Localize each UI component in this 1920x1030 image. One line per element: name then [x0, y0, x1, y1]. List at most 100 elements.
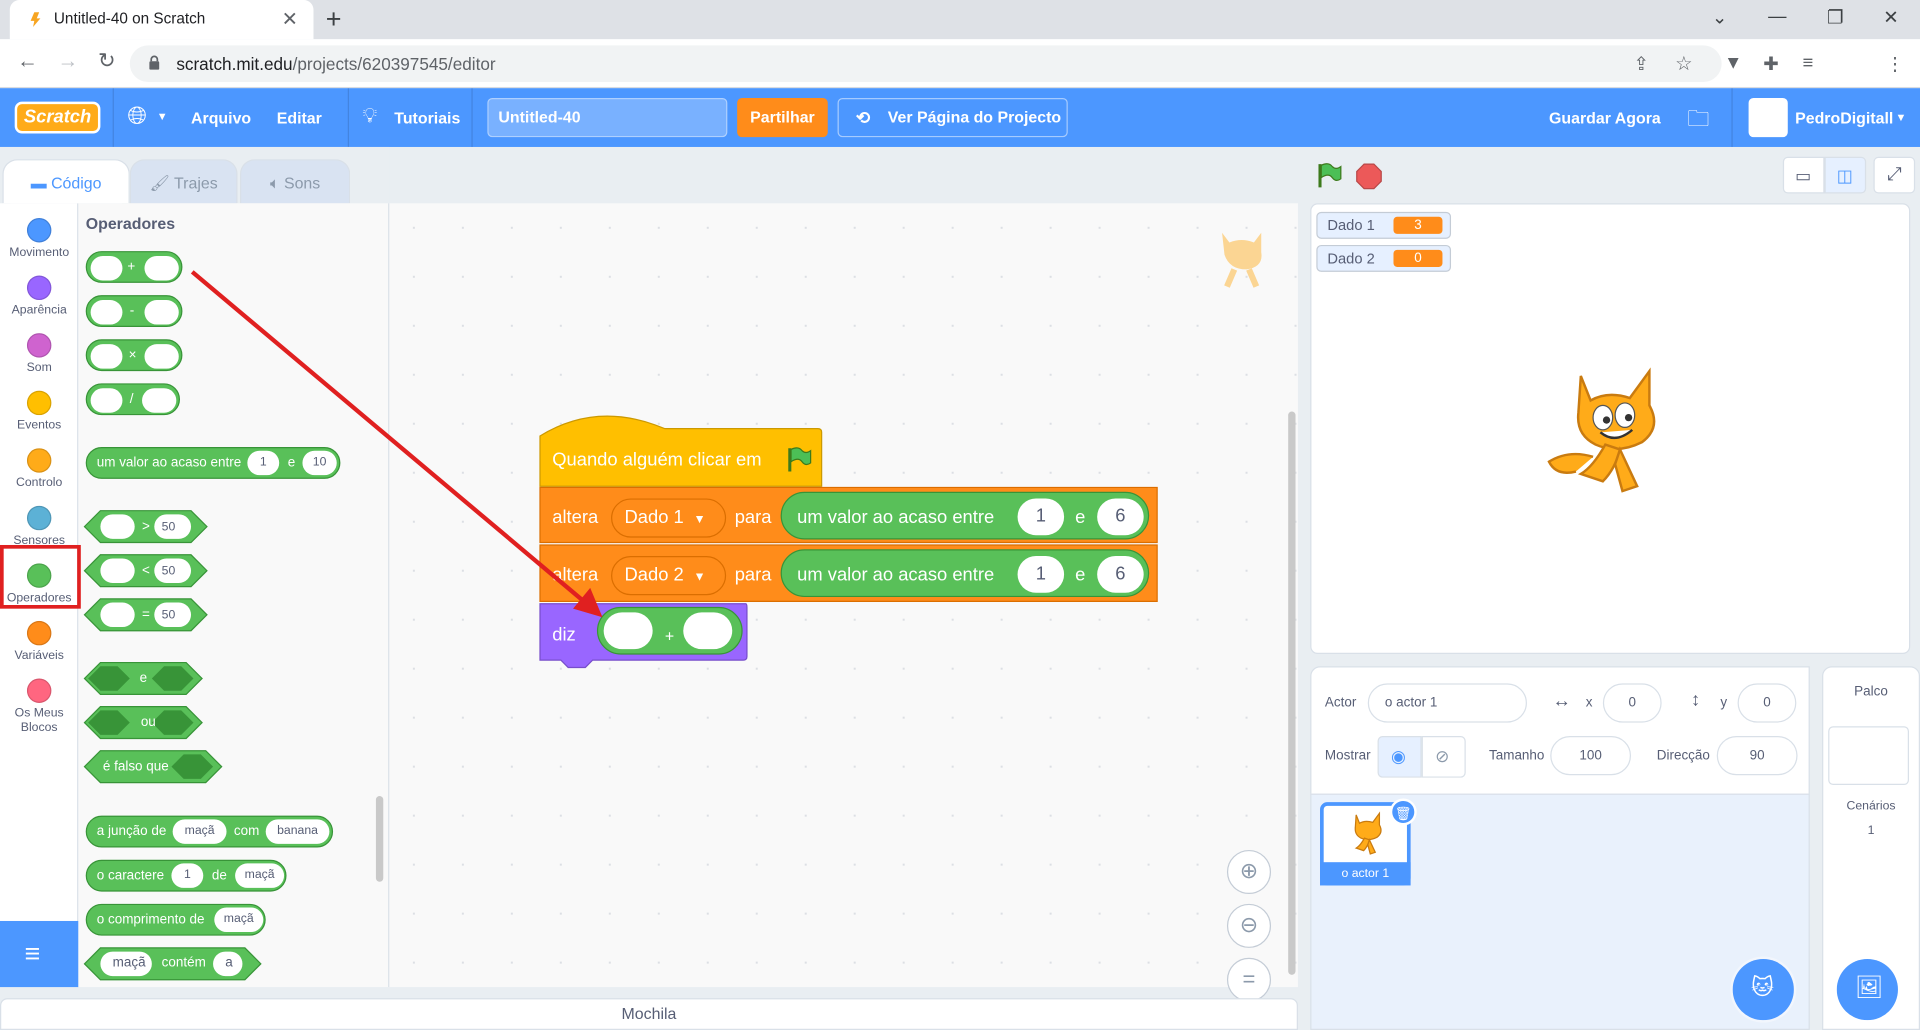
direction-input[interactable]: 90 — [1716, 736, 1798, 776]
category-color-dot — [26, 678, 52, 703]
username[interactable]: PedroDigitall — [1795, 109, 1893, 127]
extensions-puzzle-icon[interactable]: ✚ — [1763, 53, 1778, 75]
backdrops-count: 1 — [1867, 824, 1875, 838]
green-flag-button[interactable] — [1315, 162, 1342, 189]
x-input[interactable]: 0 — [1602, 683, 1662, 723]
extension-vue-icon[interactable]: ▼ — [1724, 53, 1742, 74]
stop-button[interactable] — [1356, 163, 1383, 190]
sprite-name-input[interactable]: o actor 1 — [1367, 683, 1527, 723]
variable-monitor-dado2[interactable]: Dado 20 — [1316, 244, 1452, 272]
random-to-1[interactable]: 6 — [1097, 498, 1144, 536]
random-from-1[interactable]: 1 — [1017, 498, 1065, 536]
comparison-blocks[interactable] — [83, 509, 218, 632]
window-close-icon[interactable]: ✕ — [1883, 6, 1898, 28]
minimize-icon[interactable]: — — [1768, 6, 1786, 27]
restore-icon[interactable]: ❐ — [1827, 6, 1843, 28]
zoom-in-button[interactable]: ⊕ — [1226, 849, 1272, 895]
menu-file[interactable]: Arquivo — [191, 109, 251, 127]
dropdown-arrow-icon: ▼ — [693, 570, 706, 585]
project-title-input[interactable]: Untitled-40 — [487, 97, 728, 138]
delete-sprite-icon[interactable]: 🗑︎ — [1389, 798, 1417, 826]
choose-backdrop-button[interactable]: 🖼︎ — [1836, 958, 1898, 1021]
size-input[interactable]: 100 — [1550, 736, 1632, 776]
random-from-2[interactable]: 1 — [1017, 556, 1065, 593]
variable-monitor-dado1[interactable]: Dado 13 — [1316, 211, 1452, 239]
category-8[interactable]: Os Meus Blocos — [0, 671, 78, 735]
cat-sprite[interactable] — [1544, 364, 1679, 501]
add-block[interactable]: + — [85, 251, 183, 283]
save-now-button[interactable]: Guardar Agora — [1549, 109, 1661, 127]
normal-stage-button[interactable]: ◫ — [1824, 156, 1867, 194]
y-input[interactable]: 0 — [1737, 683, 1797, 723]
language-chevron-icon[interactable]: ▼ — [157, 110, 168, 122]
code-workspace[interactable]: ⊕ ⊖ = Quando alguém clicar em altera Dad… — [389, 203, 1298, 1002]
reload-icon[interactable]: ↻ — [98, 49, 115, 73]
editor-tabs: ▬ Código 🖌︎ Trajes 🔈︎ Sons — [0, 146, 390, 204]
tab-search-icon[interactable]: ⌄ — [1712, 6, 1727, 28]
tab-costumes[interactable]: 🖌︎ Trajes — [129, 159, 238, 204]
choose-sprite-button[interactable]: 🐱︎ — [1732, 958, 1794, 1021]
menu-edit[interactable]: Editar — [277, 109, 322, 127]
variable-dropdown-2[interactable]: Dado 2 ▼ — [611, 556, 727, 596]
letter-of-block[interactable]: o caractere 1 de maçã — [85, 859, 287, 892]
share-button[interactable]: Partilhar — [737, 97, 828, 138]
category-3[interactable]: Eventos — [0, 383, 78, 441]
stage-thumbnail[interactable] — [1828, 726, 1909, 786]
category-4[interactable]: Controlo — [0, 441, 78, 499]
add-extension-button[interactable]: ≡ — [0, 920, 79, 988]
workspace-scrollbar[interactable] — [1288, 411, 1296, 975]
reading-list-icon[interactable]: ≡ — [1802, 53, 1813, 74]
my-stuff-folder-icon[interactable]: 🗀 — [1687, 104, 1709, 141]
show-hidden-button[interactable]: ⊘ — [1421, 736, 1466, 778]
see-project-icon: ⟲ — [855, 107, 871, 128]
palette-scrollbar[interactable] — [375, 796, 384, 882]
new-tab-icon[interactable]: + — [326, 4, 342, 36]
backpack-bar[interactable]: Mochila — [0, 998, 1298, 1030]
bookmark-star-icon[interactable]: ☆ — [1675, 51, 1693, 75]
share-page-icon[interactable]: ⇪ — [1633, 53, 1648, 75]
category-0[interactable]: Movimento — [0, 211, 78, 269]
stage-panel[interactable]: Palco Cenários 1 🖼︎ — [1822, 666, 1920, 1030]
subtract-block[interactable]: - — [85, 295, 183, 327]
category-1[interactable]: Aparência — [0, 268, 78, 326]
category-label: Aparência — [11, 303, 67, 318]
divide-block[interactable]: / — [85, 383, 181, 416]
category-7[interactable]: Variáveis — [0, 614, 78, 672]
variable-dropdown-1[interactable]: Dado 1 ▼ — [611, 498, 727, 538]
join-block[interactable]: a junção de maçã com banana — [85, 815, 334, 848]
menu-tutorials[interactable]: Tutoriais — [394, 109, 460, 127]
tab-sounds[interactable]: 🔈︎ Sons — [240, 159, 351, 204]
browser-tab-strip: Untitled-40 on Scratch ✕ + ⌄ — ❐ ✕ — [0, 0, 1920, 40]
backdrop-add-icon: 🖼︎ — [1855, 974, 1884, 1000]
tab-code[interactable]: ▬ Código — [2, 159, 130, 204]
sprite-watermark-icon — [1222, 232, 1262, 288]
forward-icon[interactable]: → — [58, 49, 79, 73]
account-chevron-icon[interactable]: ▼ — [1896, 111, 1907, 123]
fullscreen-button[interactable]: ⤢ — [1873, 156, 1916, 194]
url-field[interactable]: scratch.mit.edu/projects/620397545/edito… — [129, 45, 1722, 83]
browser-menu-icon[interactable]: ⋮ — [1886, 53, 1904, 75]
tutorials-bulb-icon[interactable]: 💡︎ — [362, 104, 377, 128]
random-to-2[interactable]: 6 — [1097, 556, 1144, 593]
eye-slash-icon: ⊘ — [1435, 745, 1450, 766]
zoom-reset-button[interactable]: = — [1226, 957, 1272, 1002]
language-globe-icon[interactable]: 🌐︎ — [127, 103, 147, 131]
random-text-1: um valor ao acaso entre — [797, 507, 995, 528]
length-block[interactable]: o comprimento de maçã — [85, 903, 266, 936]
close-tab-icon[interactable]: ✕ — [282, 7, 298, 31]
sprite-tile[interactable]: o actor 1 🗑︎ — [1320, 798, 1417, 886]
random-block[interactable]: um valor ao acaso entre 1 e 10 — [85, 447, 341, 479]
set-label-1: altera — [552, 507, 599, 528]
script-stack[interactable] — [539, 405, 1163, 681]
small-stage-button[interactable]: ▭ — [1782, 156, 1825, 194]
see-project-page-button[interactable]: ⟲ Ver Página do Projecto — [837, 97, 1068, 138]
category-2[interactable]: Som — [0, 326, 78, 384]
browser-tab[interactable]: Untitled-40 on Scratch ✕ — [9, 0, 314, 40]
show-visible-button[interactable]: ◉ — [1377, 736, 1422, 778]
back-icon[interactable]: ← — [17, 49, 38, 73]
zoom-out-button[interactable]: ⊖ — [1226, 903, 1272, 948]
scratch-logo[interactable]: Scratch — [14, 101, 101, 134]
stage-canvas[interactable]: Dado 13 Dado 20 — [1310, 203, 1911, 654]
multiply-block[interactable]: × — [85, 339, 183, 372]
user-avatar[interactable] — [1748, 97, 1788, 138]
